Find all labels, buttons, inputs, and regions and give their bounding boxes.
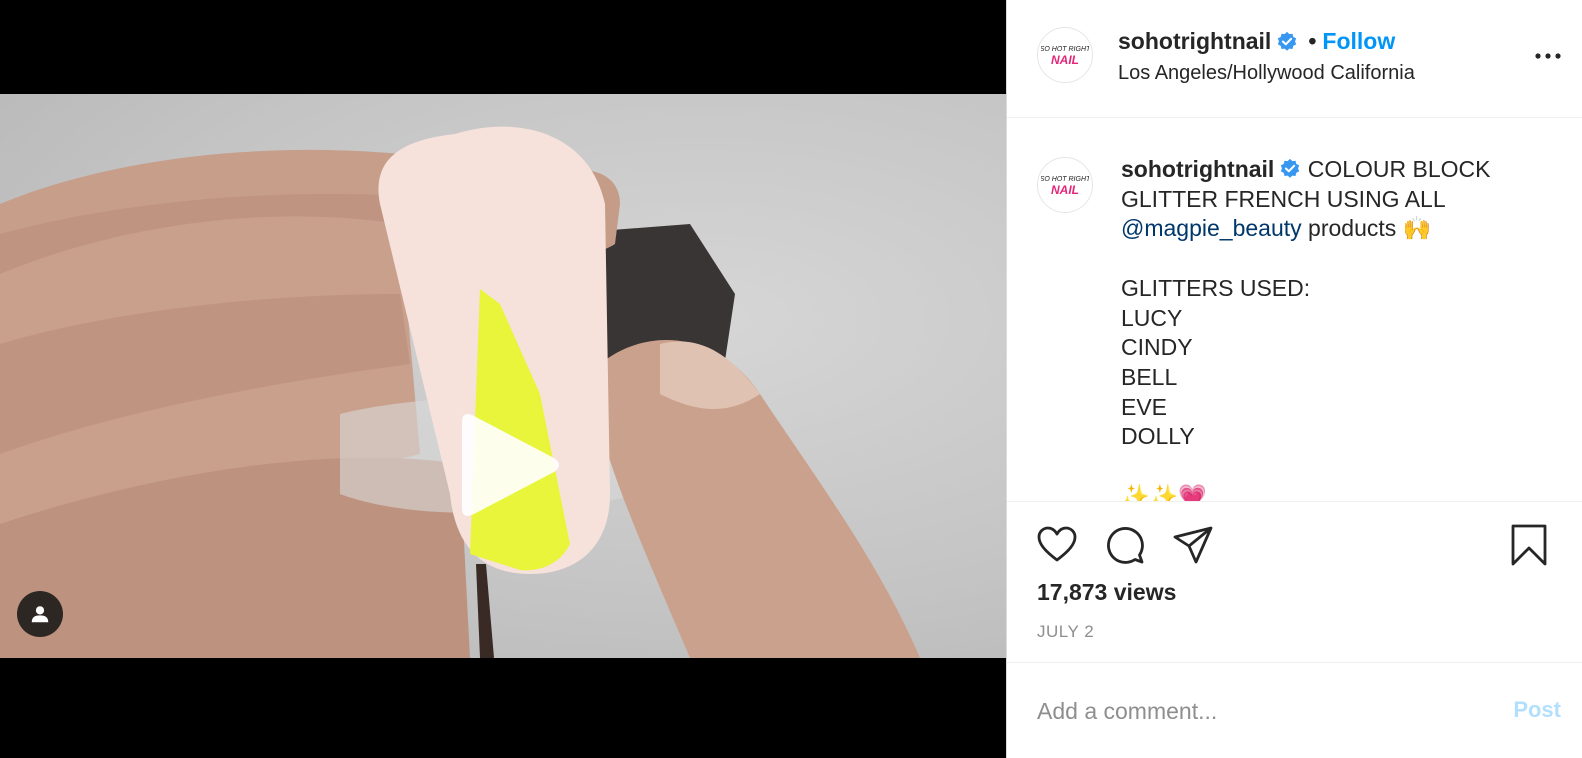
follow-button[interactable]: Follow xyxy=(1322,28,1395,55)
header-user-row: sohotrightnail • Follow xyxy=(1118,28,1395,55)
svg-text:SO HOT RIGHT: SO HOT RIGHT xyxy=(1041,46,1089,53)
caption-section[interactable]: SO HOT RIGHT NAIL sohotrightnail COLOUR … xyxy=(1007,119,1582,502)
video-player[interactable] xyxy=(0,94,1006,658)
more-options-icon[interactable] xyxy=(1533,44,1563,68)
brand-logo: SO HOT RIGHT NAIL xyxy=(1041,176,1089,197)
action-bar xyxy=(1007,503,1582,589)
post-details-panel: SO HOT RIGHT NAIL sohotrightnail • Follo… xyxy=(1006,0,1582,758)
post-header: SO HOT RIGHT NAIL sohotrightnail • Follo… xyxy=(1007,0,1582,118)
share-button[interactable] xyxy=(1171,523,1215,567)
verified-badge-icon xyxy=(1281,158,1300,178)
location-link[interactable]: Los Angeles/Hollywood California xyxy=(1118,62,1415,85)
glitter-item: EVE xyxy=(1121,393,1168,420)
user-tag-icon xyxy=(31,606,49,623)
verified-badge-icon xyxy=(1278,31,1297,51)
view-count[interactable]: 17,873 views xyxy=(1037,579,1176,606)
svg-text:NAIL: NAIL xyxy=(1051,53,1079,67)
brand-logo: SO HOT RIGHT NAIL xyxy=(1041,46,1089,67)
play-icon xyxy=(462,414,559,516)
bookmark-icon xyxy=(1511,524,1547,566)
media-pane[interactable] xyxy=(0,0,1006,758)
heart-icon xyxy=(1037,526,1077,562)
caption-line-1: COLOUR BLOCK xyxy=(1307,156,1491,182)
glitter-item: BELL xyxy=(1121,363,1178,390)
svg-text:NAIL: NAIL xyxy=(1051,183,1079,197)
mention-link[interactable]: @magpie_beauty xyxy=(1121,215,1302,241)
caption-line-2: GLITTER FRENCH USING ALL xyxy=(1121,185,1446,212)
username-link[interactable]: sohotrightnail xyxy=(1118,28,1271,55)
glitter-item: DOLLY xyxy=(1121,423,1195,450)
save-button[interactable] xyxy=(1507,523,1551,567)
post-comment-button[interactable]: Post xyxy=(1513,697,1561,723)
play-button[interactable] xyxy=(452,410,562,520)
post-date[interactable]: JULY 2 xyxy=(1037,622,1094,642)
tagged-users-button[interactable] xyxy=(17,591,63,637)
caption-text: sohotrightnail COLOUR BLOCK GLITTER FREN… xyxy=(1121,155,1541,502)
comment-button[interactable] xyxy=(1103,523,1147,567)
share-icon xyxy=(1173,526,1213,564)
video-still-image xyxy=(0,126,920,658)
comment-input[interactable] xyxy=(1037,691,1467,731)
glitters-heading: GLITTERS USED: xyxy=(1121,274,1311,301)
caption-username-link[interactable]: sohotrightnail xyxy=(1121,156,1274,182)
like-button[interactable] xyxy=(1035,523,1079,567)
svg-text:SO HOT RIGHT: SO HOT RIGHT xyxy=(1041,176,1089,183)
caption-avatar[interactable]: SO HOT RIGHT NAIL xyxy=(1037,157,1093,213)
avatar[interactable]: SO HOT RIGHT NAIL xyxy=(1037,27,1093,83)
comment-bar: Post xyxy=(1007,662,1582,758)
separator-dot: • xyxy=(1308,28,1317,54)
glitter-item: CINDY xyxy=(1121,334,1193,361)
glitter-item: LUCY xyxy=(1121,304,1183,331)
caption-line: sohotrightnail COLOUR BLOCK xyxy=(1121,155,1541,185)
comment-icon xyxy=(1107,527,1144,564)
caption-line-3: @magpie_beauty products 🙌 xyxy=(1121,214,1541,244)
trailing-emoji: ✨✨💗 xyxy=(1121,482,1207,502)
caption-line-3-rest: products 🙌 xyxy=(1301,215,1432,242)
